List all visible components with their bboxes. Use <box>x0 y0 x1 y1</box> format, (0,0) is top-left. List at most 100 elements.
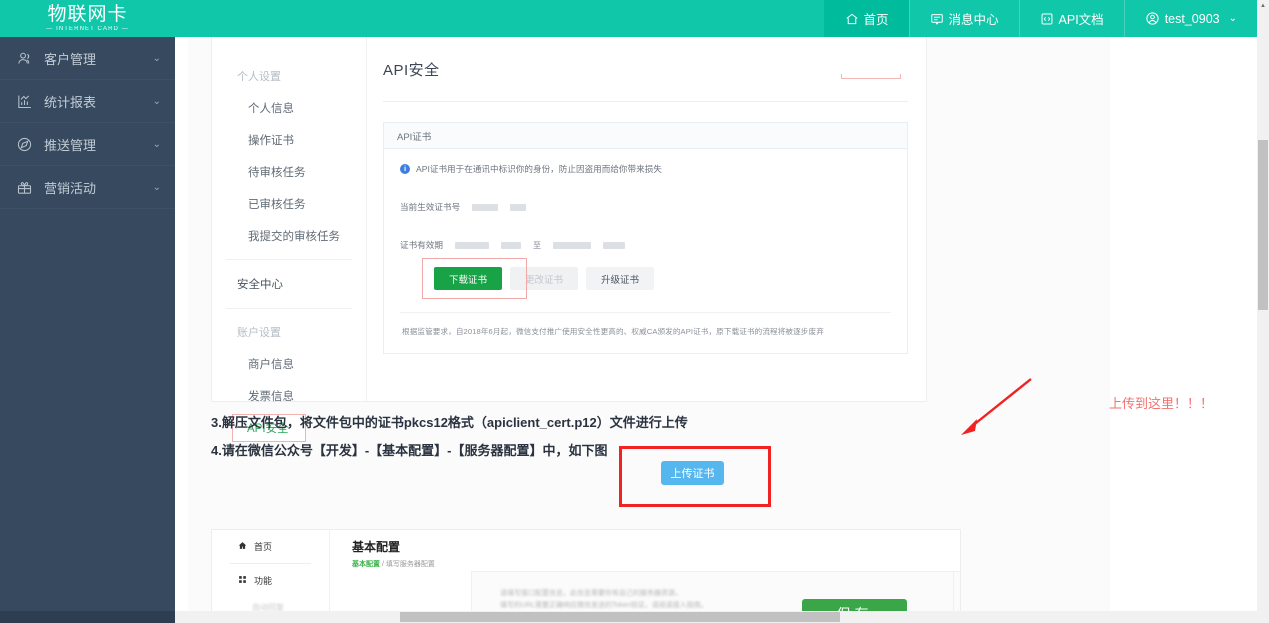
embedded-main: 基本配置 基本配置 / 填写服务器配置 请填写接口配置信息，此信息需要你有自己的… <box>331 530 960 623</box>
horizontal-scrollbar[interactable] <box>175 611 1257 623</box>
horizontal-scroll-thumb[interactable] <box>400 612 840 622</box>
api-cert-card-body: i API证书用于在通讯中标识你的身份，防止因盗用而给你带来损失 当前生效证书号… <box>384 149 907 353</box>
vertical-scrollbar[interactable]: ▲ ▼ <box>1257 0 1269 623</box>
embedded-nav-item-home[interactable]: 首页 <box>212 530 329 563</box>
app-root: 物联网卡 — INTERNET CARD — 首页 消息中心 API文档 tes… <box>0 0 1269 623</box>
breadcrumb-current[interactable]: 基本配置 <box>352 561 380 568</box>
brand-title: 物联网卡 <box>47 4 128 25</box>
regulation-note: 根据监管要求，自2018年6月起，微信支付推广使用安全性更高的、权威CA颁发的A… <box>402 327 824 336</box>
users-icon <box>16 50 35 67</box>
nav-item-user-menu[interactable]: test_0903 ⌄ <box>1123 0 1257 37</box>
chevron-down-icon: ⌄ <box>152 52 161 64</box>
sidebar-item-marketing-activity[interactable]: 营销活动 ⌄ <box>0 166 175 209</box>
cert-number-value-redacted <box>472 203 499 211</box>
subnav-item-invoice-info[interactable]: 发票信息 <box>212 380 366 412</box>
validity-to-redacted <box>552 241 591 249</box>
header-nav: 首页 消息中心 API文档 test_0903 ⌄ <box>823 0 1258 37</box>
code-icon <box>1040 12 1054 26</box>
cert-button-row: 下载证书 更改证书 升级证书 <box>422 258 891 299</box>
chevron-down-icon: ⌄ <box>152 138 161 150</box>
upgrade-cert-button[interactable]: 升级证书 <box>586 267 654 290</box>
brand-logo[interactable]: 物联网卡 — INTERNET CARD — <box>0 0 175 37</box>
settings-subnav: 个人设置 个人信息 操作证书 待审核任务 已审核任务 我提交的审核任务 安全中心… <box>212 37 367 442</box>
embedded-nav-label-function: 功能 <box>254 576 273 586</box>
user-circle-icon <box>1145 11 1160 26</box>
header-spacer <box>175 0 824 37</box>
subnav-item-pending-tasks[interactable]: 待审核任务 <box>212 156 366 188</box>
nav-item-api-docs[interactable]: API文档 <box>1018 0 1124 37</box>
nav-item-message-center[interactable]: 消息中心 <box>908 0 1019 37</box>
upload-cert-button[interactable]: 上传证书 <box>661 461 724 485</box>
embedded-screenshot: 首页 功能 自动回复 自定义菜单 投票管理 <box>211 529 961 623</box>
sidebar-item-customer-management[interactable]: 客户管理 ⌄ <box>0 37 175 80</box>
page-title: API安全 <box>383 62 440 79</box>
validity-from-redacted <box>454 241 489 249</box>
chevron-down-icon: ⌄ <box>152 95 161 107</box>
step-4-text: 4.请在微信公众号【开发】-【基本配置】-【服务器配置】中，如下图 <box>211 443 608 458</box>
scroll-up-arrow-icon[interactable]: ▲ <box>1257 0 1269 12</box>
sidebar-item-push-management[interactable]: 推送管理 ⌄ <box>0 123 175 166</box>
embedded-nav-label-home: 首页 <box>254 542 273 552</box>
cert-number-value-redacted-2 <box>510 203 527 211</box>
sidebar-label-marketing-activity: 营销活动 <box>44 180 97 196</box>
vertical-scroll-thumb[interactable] <box>1258 140 1268 310</box>
top-header: 物联网卡 — INTERNET CARD — 首页 消息中心 API文档 tes… <box>0 0 1257 37</box>
chevron-down-icon: ⌄ <box>152 181 161 193</box>
nav-label-message-center: 消息中心 <box>948 13 999 27</box>
validity-from-redacted-2 <box>500 241 521 249</box>
api-security-body: API安全 API证书 i API证书用于在通讯中标识你的身份，防止因盗用而给你… <box>367 37 926 401</box>
download-cert-button[interactable]: 下载证书 <box>434 267 502 290</box>
embedded-nav-item-function[interactable]: 功能 <box>212 564 329 597</box>
nav-label-home: 首页 <box>863 13 889 27</box>
info-note-text: API证书用于在通讯中标识你的身份，防止因盗用而给你带来损失 <box>416 164 662 174</box>
api-cert-card-header: API证书 <box>384 123 907 149</box>
change-cert-button: 更改证书 <box>510 267 578 290</box>
subnav-item-my-submitted-tasks[interactable]: 我提交的审核任务 <box>212 220 366 252</box>
subnav-item-operation-cert[interactable]: 操作证书 <box>212 124 366 156</box>
nav-label-api-docs: API文档 <box>1058 13 1104 27</box>
subnav-item-reviewed-tasks[interactable]: 已审核任务 <box>212 188 366 220</box>
title-divider <box>383 101 908 102</box>
step-3-text: 3.解压文件包，将文件包中的证书pkcs12格式（apiclient_cert.… <box>211 415 688 430</box>
cert-number-row: 当前生效证书号 <box>400 201 891 213</box>
left-sidebar: 客户管理 ⌄ 统计报表 ⌄ 推送管理 ⌄ 营销活动 ⌄ <box>0 37 175 623</box>
content-wrapper: 个人设置 个人信息 操作证书 待审核任务 已审核任务 我提交的审核任务 安全中心… <box>188 37 1110 623</box>
grid-icon <box>238 575 247 586</box>
embedded-page-title: 基本配置 <box>352 540 401 554</box>
annotation-text: 上传到这里！！！ <box>1109 396 1214 411</box>
subnav-item-personal-info[interactable]: 个人信息 <box>212 92 366 124</box>
subnav-group-personal: 个人设置 <box>237 71 281 83</box>
info-icon: i <box>400 164 410 174</box>
scrollbar-corner <box>1257 611 1269 623</box>
info-note: i API证书用于在通讯中标识你的身份，防止因盗用而给你带来损失 <box>400 163 891 175</box>
home-icon <box>238 541 247 552</box>
cert-validity-label: 证书有效期 <box>400 240 443 250</box>
cert-validity-row: 证书有效期 至 <box>400 239 891 251</box>
sidebar-label-push-management: 推送管理 <box>44 137 97 153</box>
subnav-item-security-center[interactable]: 安全中心 <box>212 267 366 301</box>
validity-to-redacted-2 <box>602 241 625 249</box>
brand-subtitle: — INTERNET CARD — <box>46 26 129 32</box>
sidebar-label-customer-management: 客户管理 <box>44 51 97 67</box>
subnav-divider-2 <box>226 308 352 309</box>
subnav-group-account: 账户设置 <box>237 327 281 339</box>
embedded-breadcrumb: 基本配置 / 填写服务器配置 <box>352 559 960 569</box>
validity-separator: 至 <box>532 240 541 250</box>
subnav-divider-1 <box>226 259 352 260</box>
settings-panel: 个人设置 个人信息 操作证书 待审核任务 已审核任务 我提交的审核任务 安全中心… <box>211 37 927 442</box>
breadcrumb-rest: / 填写服务器配置 <box>381 561 435 568</box>
compass-icon <box>16 136 35 153</box>
cert-number-label: 当前生效证书号 <box>400 202 461 212</box>
sidebar-label-statistics-report: 统计报表 <box>44 94 97 110</box>
main-scroll-area: 个人设置 个人信息 操作证书 待审核任务 已审核任务 我提交的审核任务 安全中心… <box>175 37 1257 623</box>
api-cert-card: API证书 i API证书用于在通讯中标识你的身份，防止因盗用而给你带来损失 当… <box>383 122 908 354</box>
embedded-nav: 首页 功能 自动回复 自定义菜单 投票管理 <box>212 530 330 623</box>
chart-icon <box>16 93 35 110</box>
subnav-item-merchant-info[interactable]: 商户信息 <box>212 348 366 380</box>
sidebar-item-statistics-report[interactable]: 统计报表 ⌄ <box>0 80 175 123</box>
gift-icon <box>16 179 35 196</box>
user-name-label: test_0903 <box>1164 11 1220 26</box>
nav-item-home[interactable]: 首页 <box>823 0 909 37</box>
sidebar-bottom-strip <box>0 611 175 623</box>
instruction-steps: 3.解压文件包，将文件包中的证书pkcs12格式（apiclient_cert.… <box>211 409 971 507</box>
